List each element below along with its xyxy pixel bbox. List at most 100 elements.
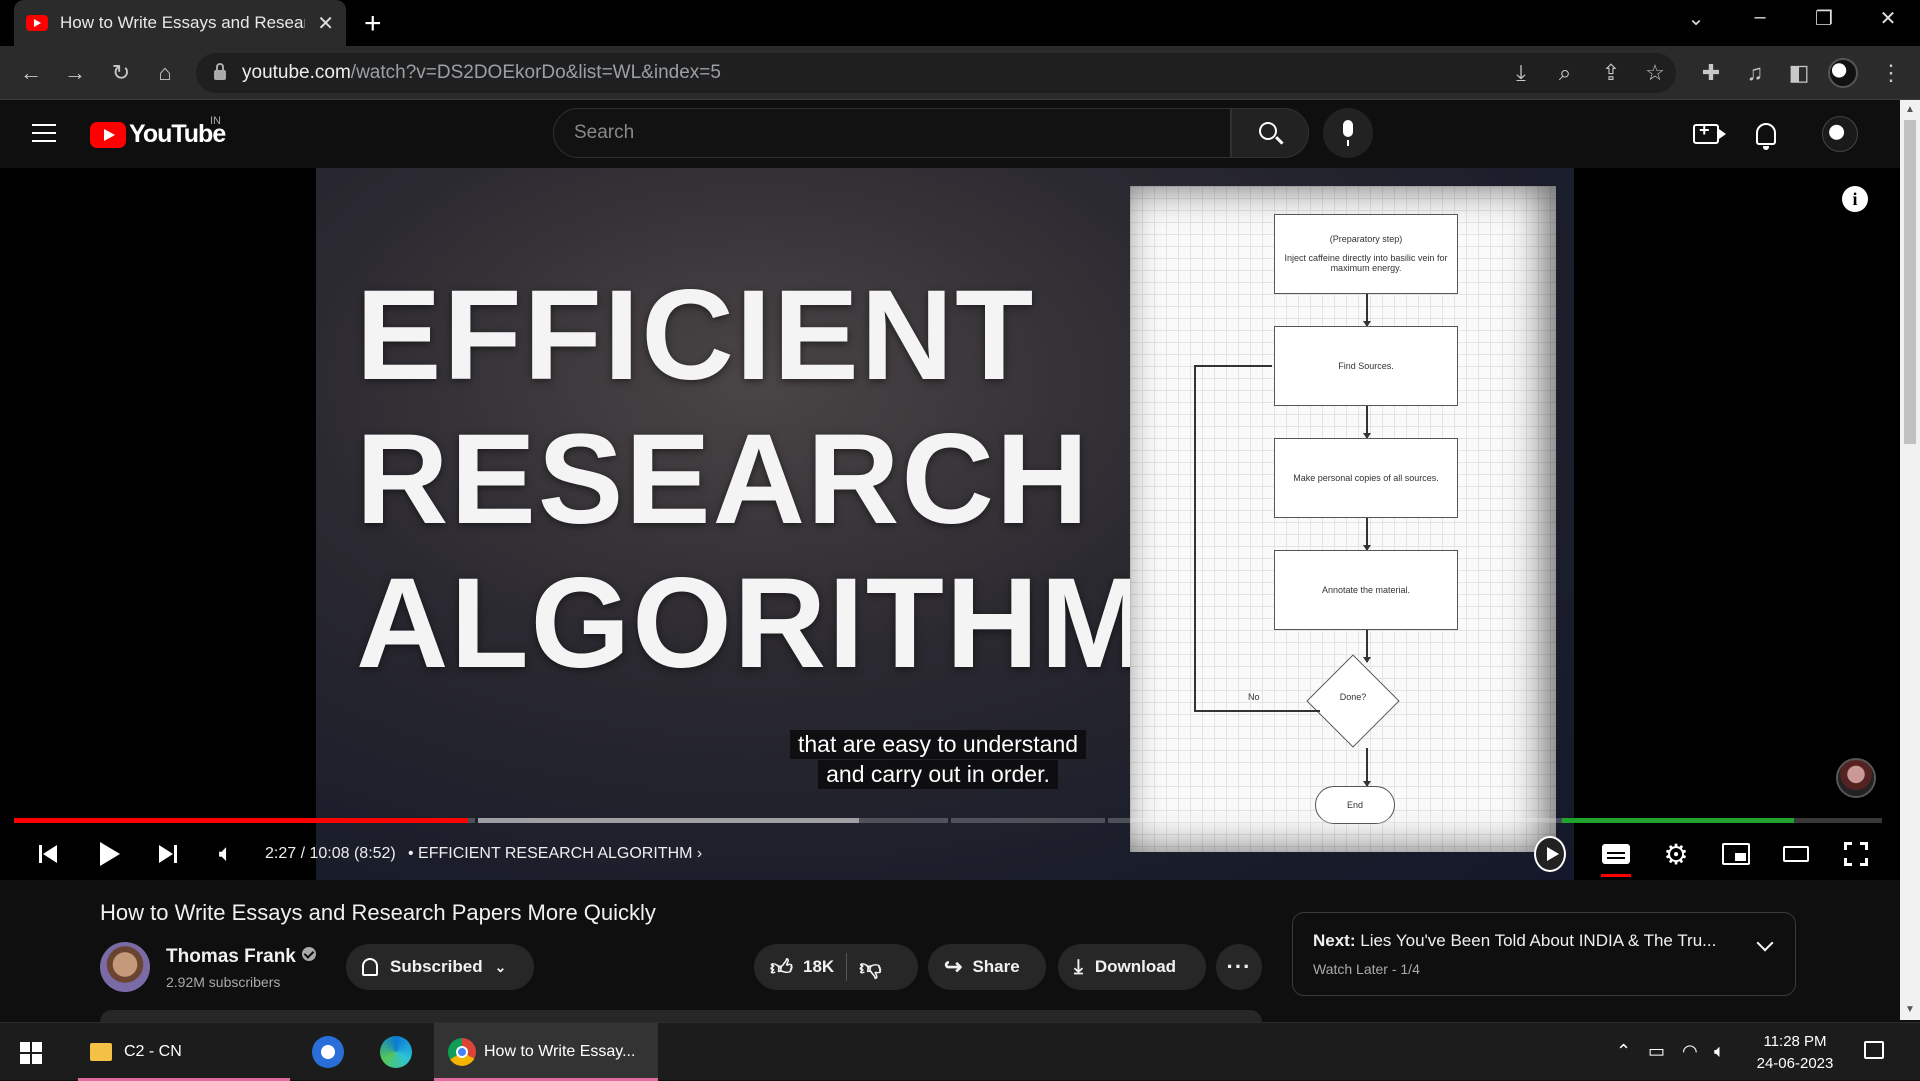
side-panel-icon[interactable]: ◧ bbox=[1784, 58, 1814, 88]
profile-avatar-icon[interactable] bbox=[1828, 58, 1858, 88]
fullscreen-icon bbox=[1844, 842, 1868, 866]
like-divider bbox=[846, 953, 848, 981]
browser-tabstrip: How to Write Essays and Research Papers … bbox=[0, 0, 1920, 46]
media-control-icon[interactable]: ♫ bbox=[1740, 58, 1770, 88]
flowchart-step-find-sources: Find Sources. bbox=[1274, 326, 1458, 406]
buffered-bar bbox=[478, 818, 859, 823]
thumbnail-title-line-2: RESEARCH bbox=[356, 408, 1091, 551]
taskbar-clock[interactable]: 11:28 PM 24-06-2023 bbox=[1750, 1031, 1840, 1075]
taskbar-mail[interactable] bbox=[312, 1023, 352, 1081]
back-arrow-icon[interactable]: ← bbox=[16, 58, 46, 88]
country-code: IN bbox=[210, 115, 221, 127]
info-icon[interactable]: i bbox=[1842, 186, 1868, 212]
battery-icon[interactable]: ▭ bbox=[1648, 1041, 1665, 1062]
account-avatar[interactable] bbox=[1822, 116, 1858, 152]
chapter-title[interactable]: • EFFICIENT RESEARCH ALGORITHM › bbox=[408, 845, 702, 863]
microphone-icon bbox=[1343, 120, 1353, 146]
share-button[interactable]: ↪ Share bbox=[928, 944, 1046, 990]
taskbar-file-explorer[interactable]: C2 - CN bbox=[78, 1023, 290, 1081]
bell-icon bbox=[362, 958, 378, 976]
theater-mode-button[interactable] bbox=[1778, 836, 1814, 872]
forward-arrow-icon[interactable]: → bbox=[60, 58, 90, 88]
share-page-icon[interactable]: ⇪ bbox=[1596, 58, 1626, 88]
played-bar bbox=[14, 818, 468, 823]
browser-tab-active[interactable]: How to Write Essays and Research Papers … bbox=[14, 0, 346, 46]
volume-icon[interactable]: 🔈︎ bbox=[208, 836, 244, 872]
subtitles-button[interactable] bbox=[1598, 836, 1634, 872]
extensions-puzzle-icon[interactable]: ✚ bbox=[1696, 58, 1726, 88]
like-count[interactable]: 18K bbox=[803, 957, 834, 977]
expand-chevron-icon[interactable] bbox=[1756, 934, 1774, 952]
caption-line-2: and carry out in order. bbox=[818, 760, 1058, 789]
browser-menu-icon[interactable]: ⋮ bbox=[1876, 58, 1906, 88]
youtube-logo[interactable]: YouTube bbox=[90, 120, 226, 149]
voice-search-button[interactable] bbox=[1323, 108, 1373, 158]
scrollbar-thumb[interactable] bbox=[1904, 120, 1916, 444]
new-tab-button[interactable]: + bbox=[364, 7, 382, 41]
search-button[interactable] bbox=[1231, 108, 1309, 158]
previous-video-icon[interactable] bbox=[30, 836, 66, 872]
flowchart-step2-text: Find Sources. bbox=[1338, 360, 1394, 371]
flowchart-arrow bbox=[1363, 518, 1370, 551]
verified-badge-icon bbox=[301, 947, 316, 961]
flowchart-end-label: End bbox=[1346, 800, 1363, 810]
reload-icon[interactable]: ↻ bbox=[106, 58, 136, 88]
lock-icon[interactable] bbox=[214, 63, 226, 80]
thumbs-down-icon[interactable]: 👎︎ bbox=[859, 954, 881, 981]
thumbnail-title-line-1: EFFICIENT bbox=[356, 264, 1036, 407]
youtube-header: YouTube IN Search bbox=[0, 100, 1900, 168]
clock-time: 11:28 PM bbox=[1763, 1033, 1827, 1050]
restore-button[interactable]: ❐ bbox=[1804, 6, 1844, 31]
more-actions-button[interactable]: ··· bbox=[1216, 944, 1262, 990]
scroll-down-arrow-icon[interactable]: ▼ bbox=[1905, 1004, 1915, 1015]
miniplayer-button[interactable] bbox=[1718, 836, 1754, 872]
zoom-icon[interactable]: ⌕ bbox=[1550, 58, 1580, 88]
search-input[interactable]: Search bbox=[553, 108, 1231, 158]
next-video-icon[interactable] bbox=[150, 836, 186, 872]
tray-overflow-chevron-icon[interactable]: ⌃ bbox=[1616, 1041, 1631, 1062]
thumbs-up-icon[interactable]: 👍︎ bbox=[770, 954, 793, 981]
flowchart-loop-line bbox=[1194, 365, 1196, 711]
play-icon[interactable] bbox=[90, 836, 126, 872]
video-player[interactable]: EFFICIENT RESEARCH ALGORITHM (Preparator… bbox=[0, 168, 1900, 880]
notifications-button[interactable] bbox=[1748, 116, 1784, 152]
captions: that are easy to understand and carry ou… bbox=[790, 730, 1087, 790]
fullscreen-button[interactable] bbox=[1838, 836, 1874, 872]
progress-bar[interactable] bbox=[14, 818, 1882, 823]
time-display: 2:27 / 10:08 (8:52) bbox=[265, 845, 396, 862]
install-app-icon[interactable]: ⤓ bbox=[1506, 58, 1536, 88]
menu-hamburger-icon[interactable] bbox=[32, 124, 56, 142]
folder-icon bbox=[90, 1043, 112, 1061]
theater-mode-icon bbox=[1783, 846, 1809, 862]
notification-center-icon[interactable] bbox=[1864, 1041, 1884, 1059]
subscribed-button[interactable]: Subscribed ⌄ bbox=[346, 944, 534, 990]
share-label: Share bbox=[972, 957, 1020, 976]
windows-start-icon[interactable] bbox=[20, 1042, 42, 1064]
channel-watermark-avatar[interactable] bbox=[1836, 758, 1876, 798]
thumbnail-title-line-3: ALGORITHM bbox=[356, 552, 1149, 695]
bookmark-star-icon[interactable]: ☆ bbox=[1640, 58, 1670, 88]
address-bar[interactable]: youtube.com/watch?v=DS2DOEkorDo&list=WL&… bbox=[196, 53, 1676, 93]
taskbar-edge[interactable] bbox=[380, 1023, 420, 1081]
channel-name[interactable]: Thomas Frank bbox=[166, 946, 316, 968]
chapter-segment[interactable] bbox=[951, 818, 1105, 823]
scroll-up-arrow-icon[interactable]: ▲ bbox=[1905, 104, 1915, 115]
speaker-icon[interactable]: 🔈︎ bbox=[1714, 1041, 1725, 1062]
channel-name-text[interactable]: Thomas Frank bbox=[166, 946, 296, 967]
autoplay-shield-button[interactable] bbox=[1532, 836, 1568, 872]
playlist-next-card[interactable]: Next: Lies You've Been Told About INDIA … bbox=[1292, 912, 1796, 996]
tab-close-icon[interactable]: ✕ bbox=[317, 11, 334, 36]
taskbar-chrome[interactable]: How to Write Essay... bbox=[434, 1023, 658, 1081]
home-icon[interactable]: ⌂ bbox=[150, 58, 180, 88]
miniplayer-icon bbox=[1722, 843, 1750, 865]
page-scrollbar[interactable]: ▲ ▼ bbox=[1900, 100, 1920, 1020]
download-button[interactable]: ⤓ Download bbox=[1058, 944, 1206, 990]
create-video-button[interactable] bbox=[1688, 116, 1726, 152]
youtube-favicon-icon bbox=[26, 15, 48, 31]
minimize-button[interactable]: – bbox=[1740, 6, 1780, 29]
settings-gear-icon[interactable]: ⚙ bbox=[1658, 836, 1694, 872]
window-close-button[interactable]: ✕ bbox=[1868, 6, 1908, 31]
channel-avatar[interactable] bbox=[100, 942, 150, 992]
tab-search-chevron-icon[interactable]: ⌄ bbox=[1676, 6, 1716, 31]
wifi-icon[interactable]: ◠ bbox=[1682, 1041, 1698, 1062]
